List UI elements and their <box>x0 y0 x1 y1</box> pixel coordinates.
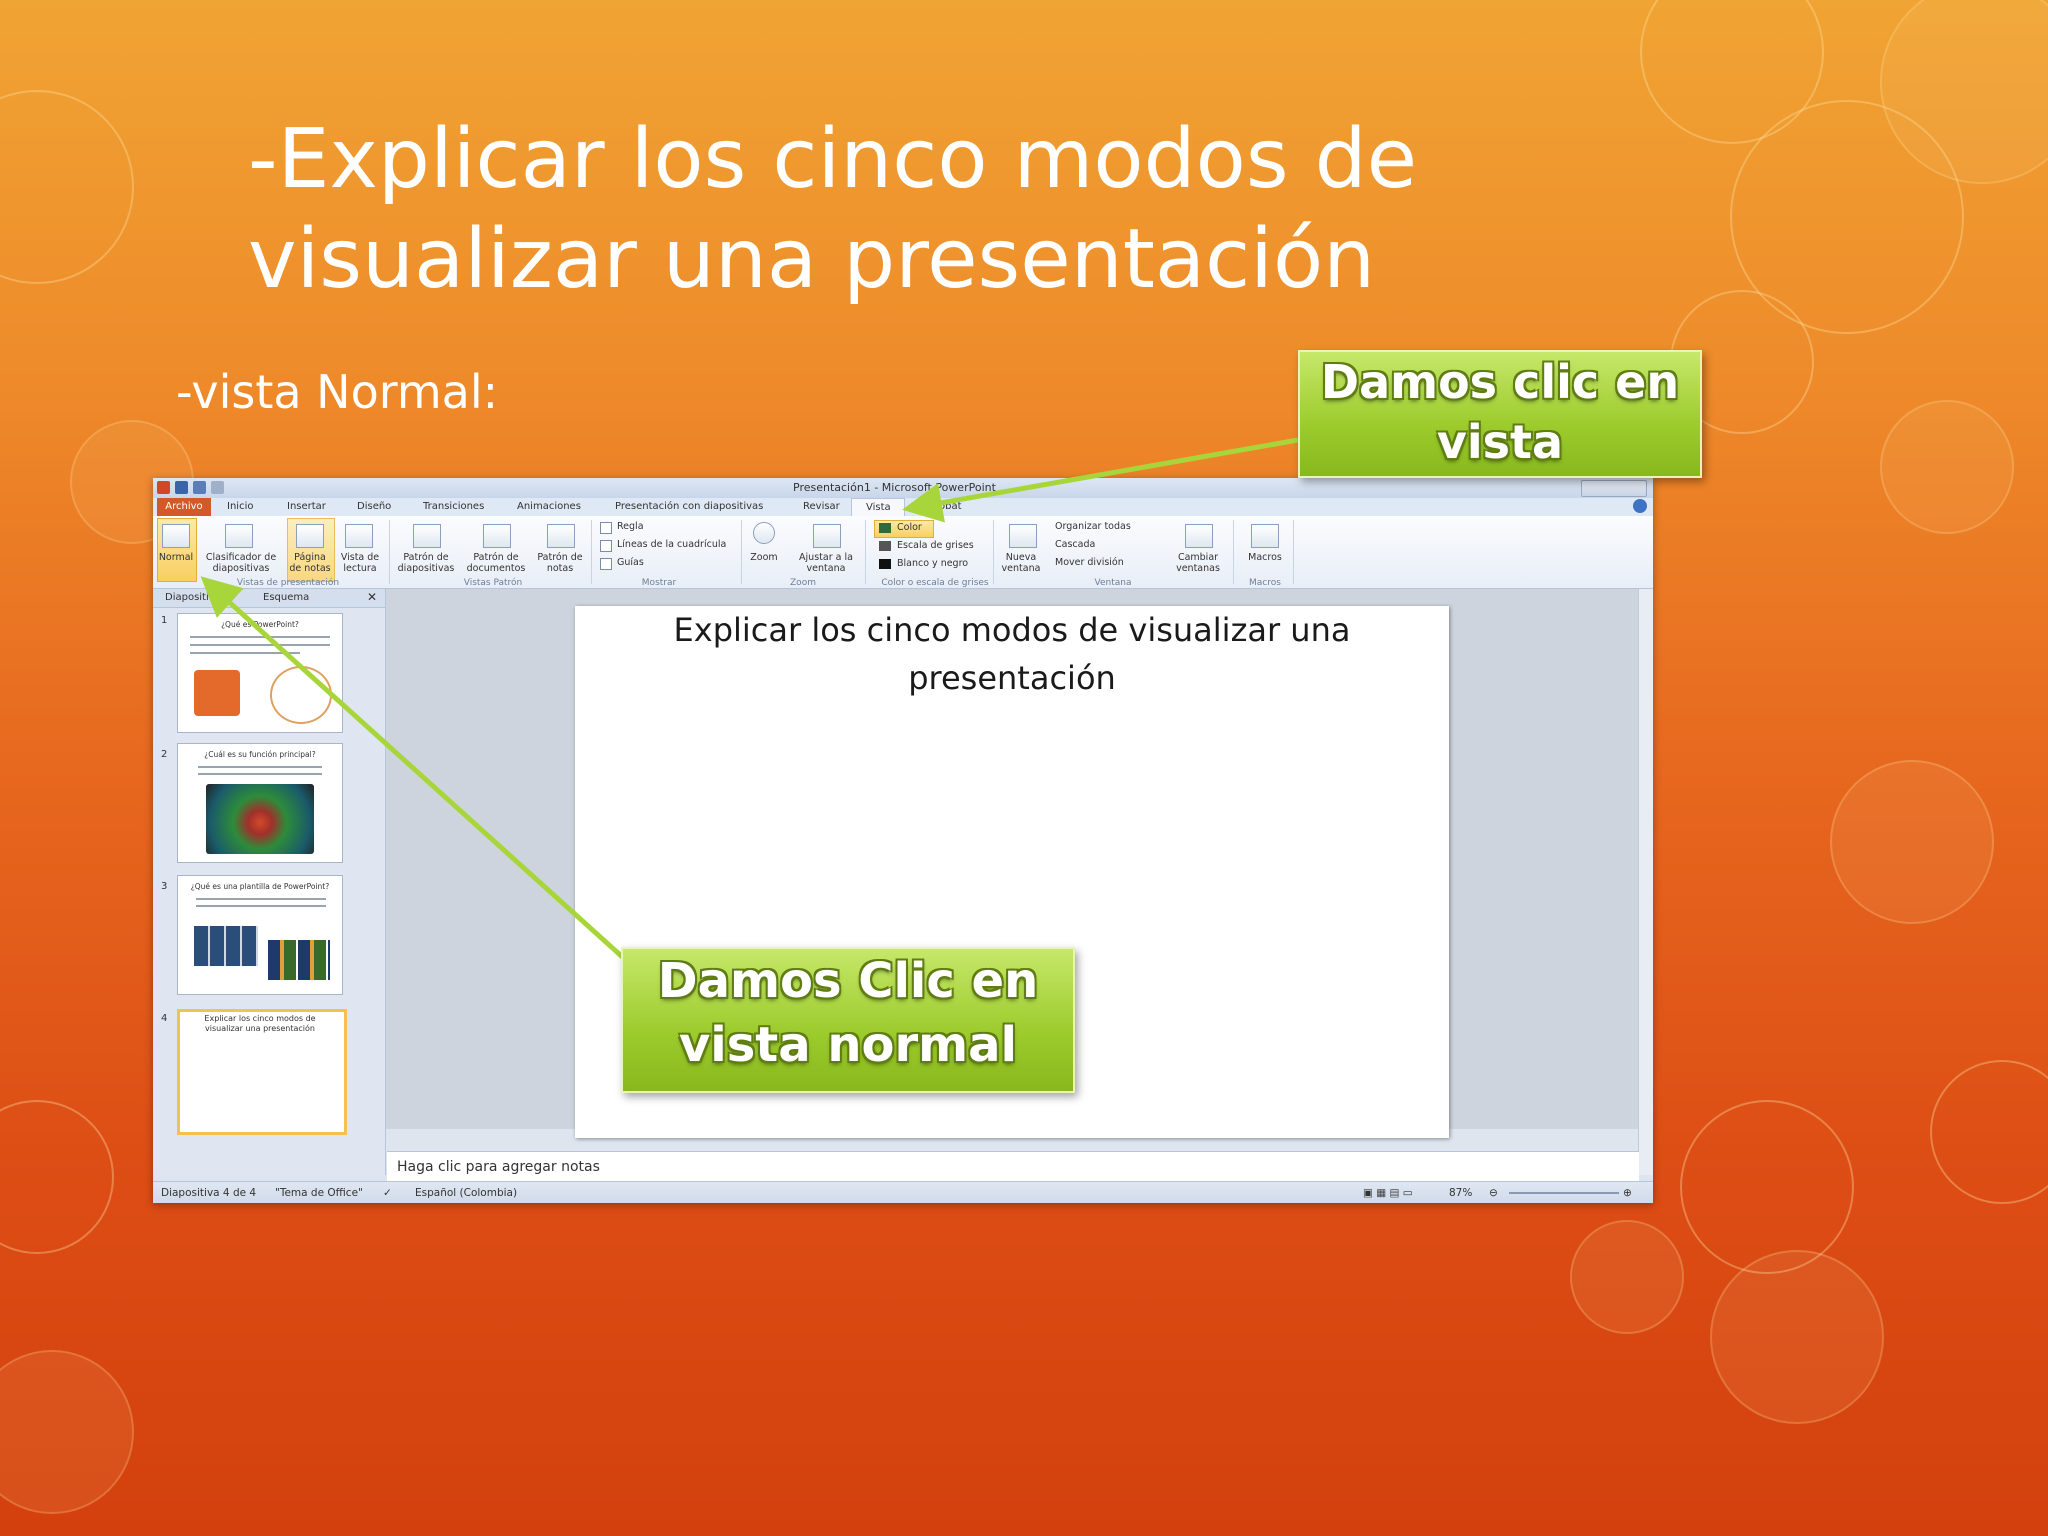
slide-background: -Explicar los cinco modos de visualizar … <box>0 0 2048 1536</box>
callout-click-vista: Damos clic en vista <box>1298 350 1702 478</box>
annotation-arrows <box>200 437 1299 964</box>
arrow-to-vista-tab <box>902 437 1299 523</box>
callout-click-normal: Damos Clic en vista normal <box>621 947 1075 1093</box>
arrow-to-normal-view <box>200 576 630 964</box>
